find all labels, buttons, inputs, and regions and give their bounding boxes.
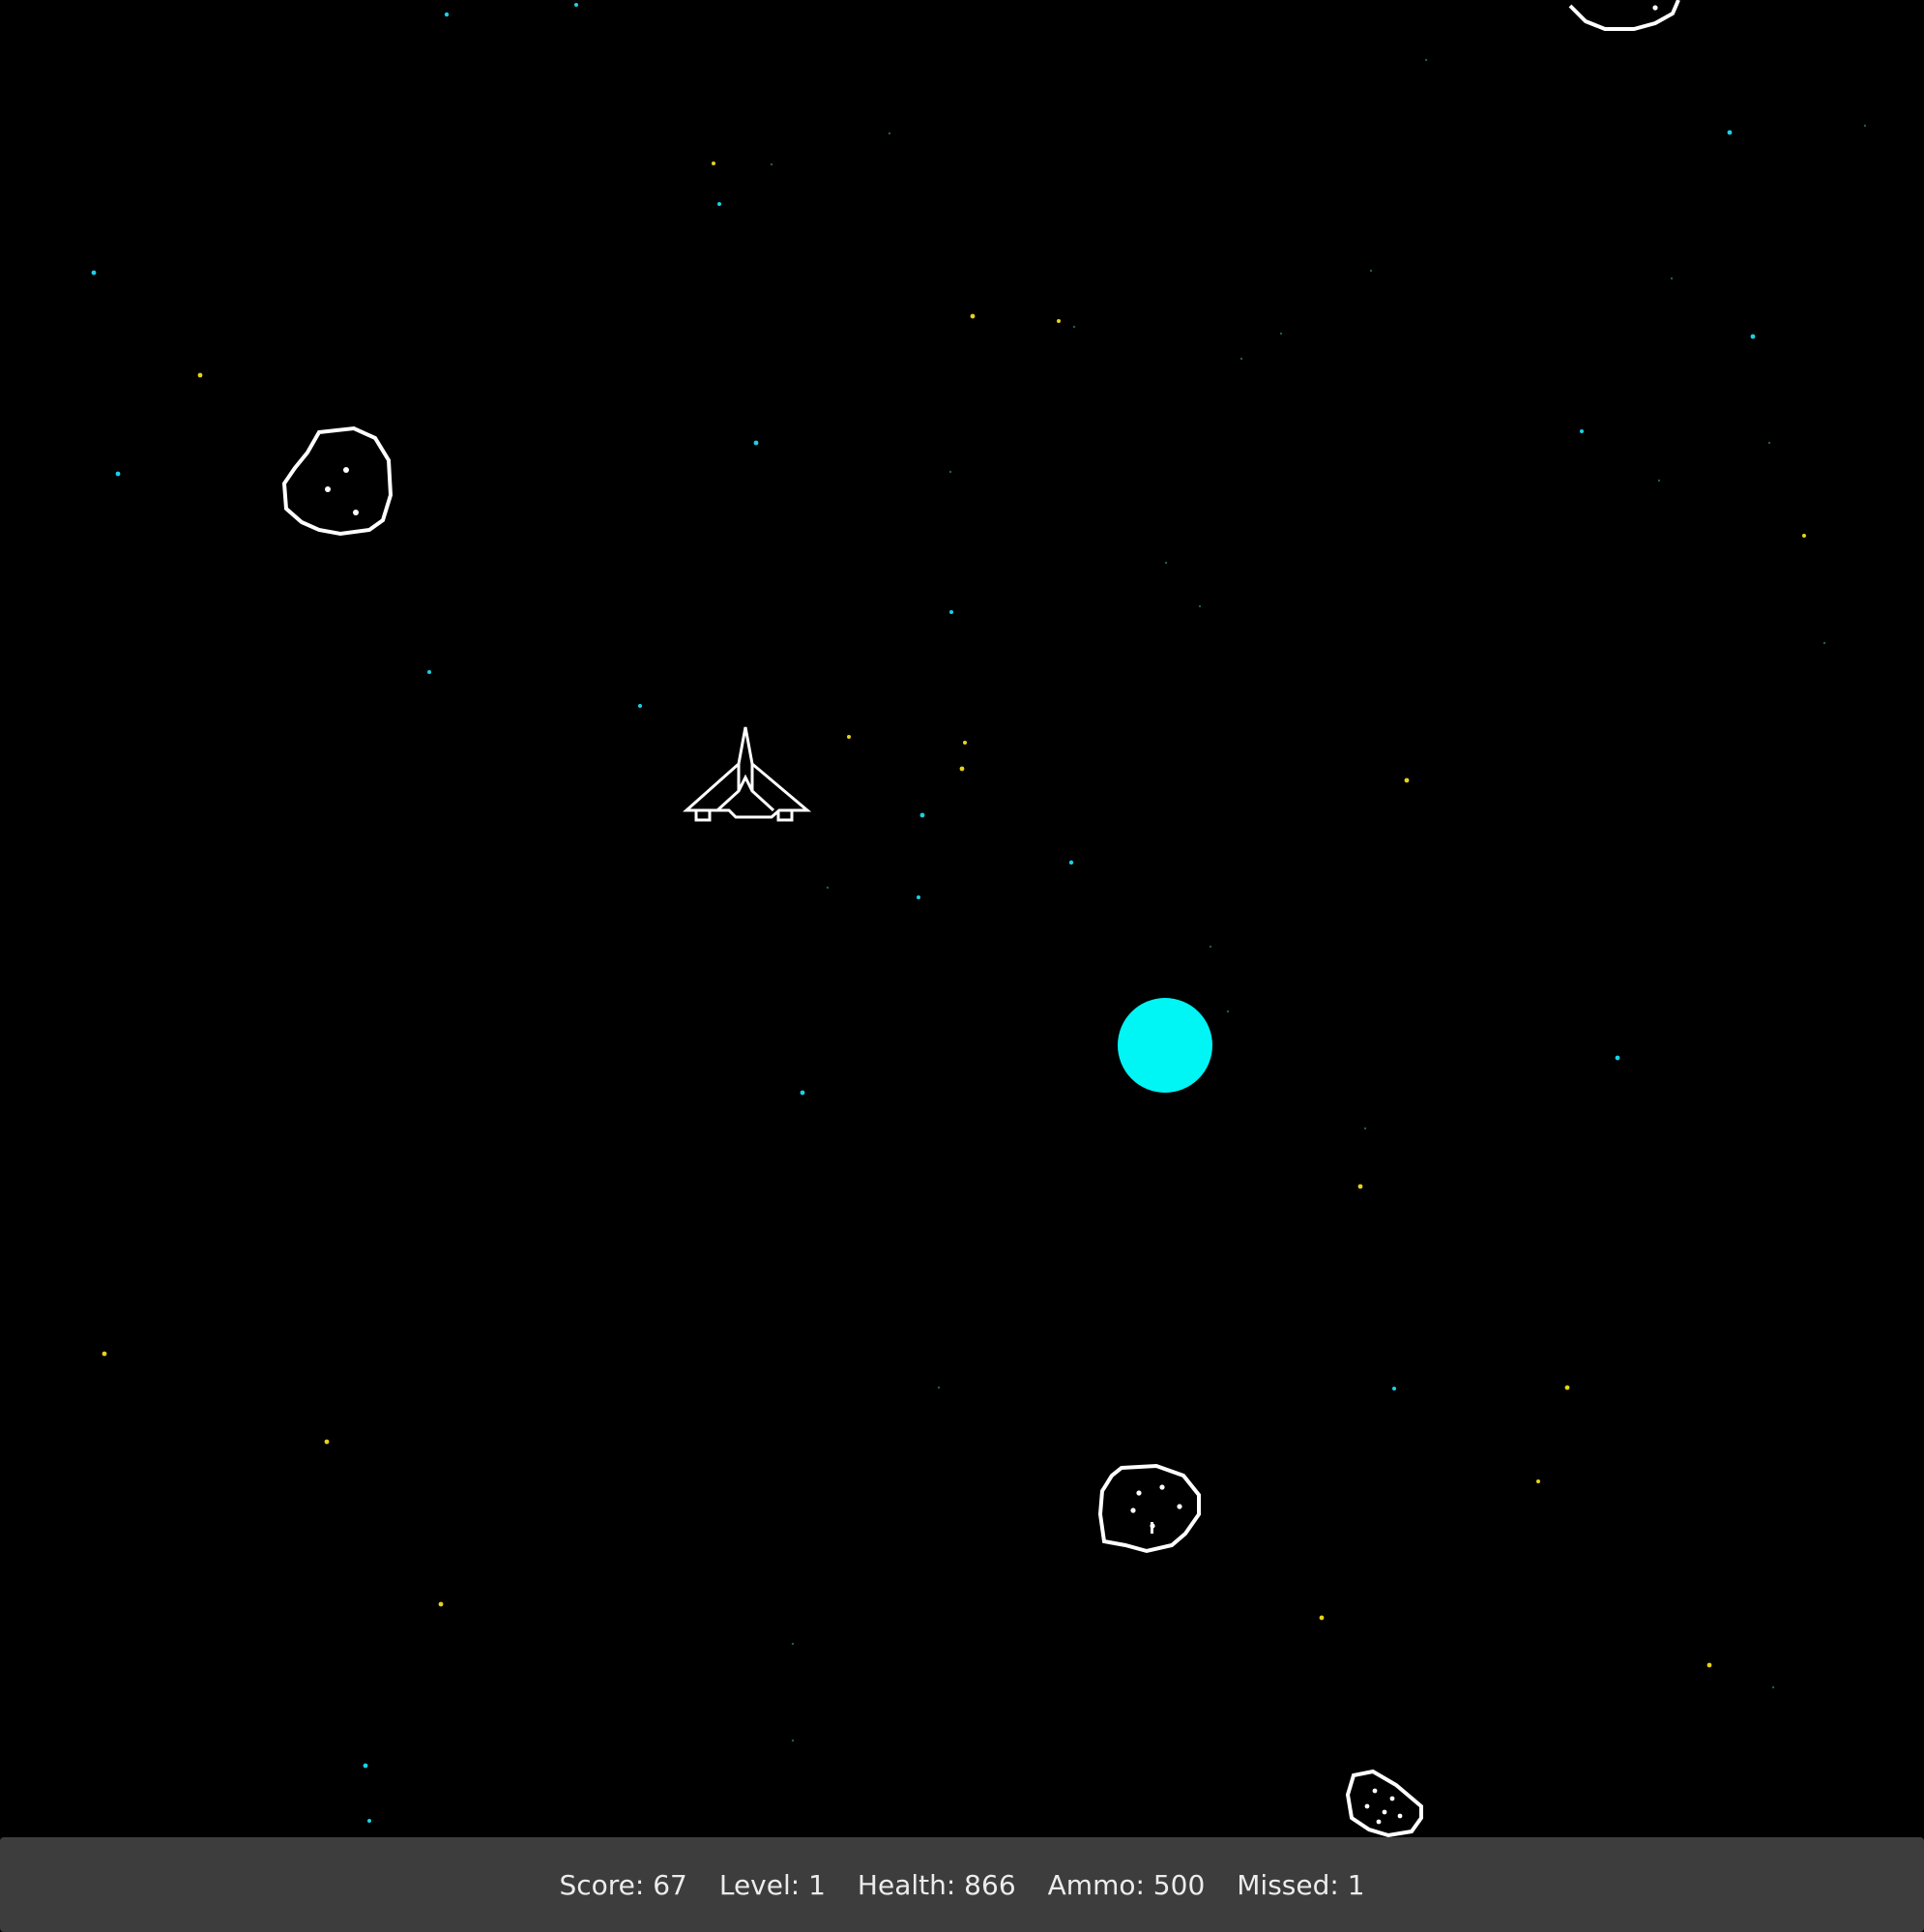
status-bar: Score: 67 Level: 1 Health: 866 Ammo: 500… (0, 1837, 1924, 1932)
health-display: Health: 866 (857, 1868, 1016, 1901)
level-display: Level: 1 (718, 1868, 826, 1901)
ammo-display: Ammo: 500 (1047, 1868, 1206, 1901)
energy-orb[interactable] (1118, 998, 1212, 1093)
missed-display: Missed: 1 (1237, 1868, 1365, 1901)
space-background (0, 0, 1924, 1932)
score-display: Score: 67 (559, 1868, 687, 1901)
game-canvas[interactable] (0, 0, 1924, 1932)
